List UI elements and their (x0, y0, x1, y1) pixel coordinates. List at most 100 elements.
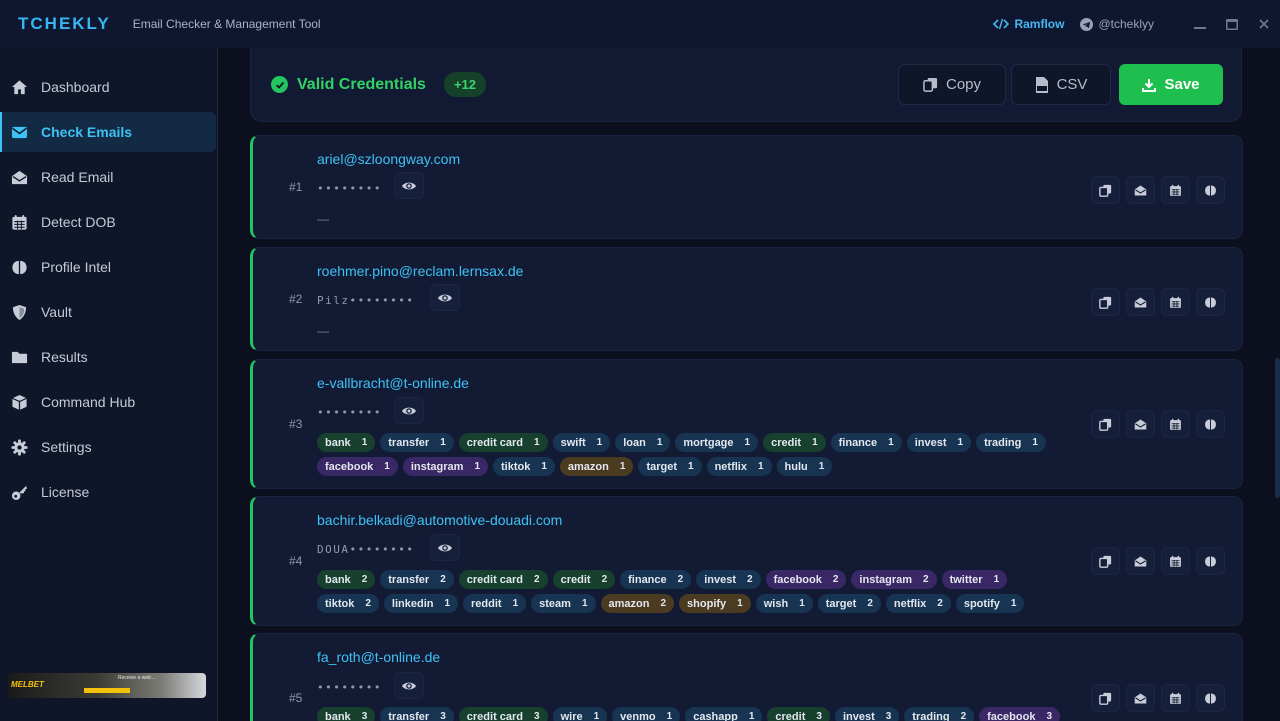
keyword-tag[interactable]: invest 3 (834, 707, 900, 721)
keyword-tag[interactable]: steam 1 (531, 594, 596, 613)
profile-intel-button[interactable] (1196, 176, 1225, 204)
keyword-tag[interactable]: invest 1 (906, 433, 972, 452)
keyword-tag[interactable]: amazon 1 (559, 457, 634, 476)
scrollbar-thumb[interactable] (1275, 358, 1280, 498)
ramflow-link[interactable]: Ramflow (993, 17, 1064, 31)
keyword-tag[interactable]: bank 2 (317, 570, 376, 589)
read-email-button[interactable] (1126, 684, 1155, 712)
ad-banner[interactable]: MELBET Receive a welc... (8, 673, 206, 698)
detect-dob-button[interactable] (1161, 684, 1190, 712)
keyword-tag[interactable]: target 1 (638, 457, 702, 476)
keyword-tag[interactable]: tiktok 2 (317, 594, 379, 613)
toggle-password-button[interactable] (394, 672, 424, 699)
profile-intel-button[interactable] (1196, 288, 1225, 316)
keyword-tag[interactable]: shopify 1 (679, 594, 751, 613)
keyword-tag[interactable]: trading 2 (904, 707, 975, 721)
sidebar-item-license[interactable]: License (0, 472, 217, 512)
keyword-tag[interactable]: credit card 2 (458, 570, 548, 589)
keyword-tag[interactable]: instagram 2 (851, 570, 937, 589)
tag-count: 2 (867, 598, 873, 609)
result-email[interactable]: bachir.belkadi@automotive-douadi.com (317, 512, 562, 528)
keyword-tag[interactable]: wish 1 (755, 594, 813, 613)
maximize-button[interactable] (1216, 0, 1248, 48)
keyword-tag[interactable]: hulu 1 (776, 457, 833, 476)
detect-dob-button[interactable] (1161, 410, 1190, 438)
csv-button[interactable]: CSV (1011, 64, 1111, 105)
profile-intel-button[interactable] (1196, 684, 1225, 712)
keyword-tag[interactable]: netflix 1 (706, 457, 772, 476)
keyword-tag[interactable]: target 2 (817, 594, 881, 613)
result-email[interactable]: fa_roth@t-online.de (317, 649, 440, 665)
keyword-tag[interactable]: mortgage 1 (675, 433, 759, 452)
keyword-tag[interactable]: twitter 1 (941, 570, 1008, 589)
sidebar-item-detect-dob[interactable]: Detect DOB (0, 202, 217, 242)
detect-dob-button[interactable] (1161, 547, 1190, 575)
keyword-tag[interactable]: swift 1 (552, 433, 611, 452)
read-email-button[interactable] (1126, 288, 1155, 316)
sidebar-item-dashboard[interactable]: Dashboard (0, 67, 217, 107)
toggle-password-button[interactable] (430, 534, 460, 561)
sidebar-item-command-hub[interactable]: Command Hub (0, 382, 217, 422)
result-email[interactable]: roehmer.pino@reclam.lernsax.de (317, 263, 523, 279)
read-email-button[interactable] (1126, 176, 1155, 204)
result-card: #4 bachir.belkadi@automotive-douadi.com DO… (250, 496, 1243, 626)
sidebar-item-check-emails[interactable]: Check Emails (0, 112, 216, 152)
keyword-tag[interactable]: credit card 3 (458, 707, 548, 721)
sidebar-item-read-email[interactable]: Read Email (0, 157, 217, 197)
detect-dob-button[interactable] (1161, 288, 1190, 316)
keyword-tag[interactable]: spotify 1 (955, 594, 1025, 613)
keyword-tag[interactable]: reddit 1 (463, 594, 527, 613)
keyword-tag[interactable]: facebook 3 (979, 707, 1060, 721)
calendar-icon (1170, 692, 1181, 704)
keyword-tag[interactable]: facebook 2 (765, 570, 847, 589)
keyword-tag[interactable]: cashapp 1 (685, 707, 763, 721)
sidebar-item-settings[interactable]: Settings (0, 427, 217, 467)
keyword-tag[interactable]: tiktok 1 (493, 457, 555, 476)
keyword-tag[interactable]: transfer 1 (380, 433, 454, 452)
close-button[interactable] (1248, 0, 1280, 48)
result-email[interactable]: e-vallbracht@t-online.de (317, 375, 469, 391)
profile-intel-button[interactable] (1196, 410, 1225, 438)
keyword-tag[interactable]: trading 1 (976, 433, 1046, 452)
save-button[interactable]: Save (1119, 64, 1223, 105)
keyword-tag[interactable]: netflix 2 (885, 594, 951, 613)
keyword-tag[interactable]: loan 1 (615, 433, 671, 452)
toggle-password-button[interactable] (394, 397, 424, 424)
read-email-button[interactable] (1126, 410, 1155, 438)
sidebar-item-vault[interactable]: Vault (0, 292, 217, 332)
copy-credential-button[interactable] (1091, 684, 1120, 712)
copy-credential-button[interactable] (1091, 410, 1120, 438)
keyword-tag[interactable]: instagram 1 (402, 457, 488, 476)
profile-intel-button[interactable] (1196, 547, 1225, 575)
keyword-tag[interactable]: venmo 1 (612, 707, 681, 721)
copy-credential-button[interactable] (1091, 547, 1120, 575)
keyword-tag[interactable]: credit 2 (552, 570, 616, 589)
copy-button[interactable]: Copy (898, 64, 1006, 105)
keyword-tag[interactable]: credit 3 (767, 707, 830, 721)
keyword-tag[interactable]: credit card 1 (458, 433, 548, 452)
keyword-tag[interactable]: finance 2 (620, 570, 692, 589)
tag-label: credit (560, 573, 591, 586)
keyword-tag[interactable]: bank 3 (317, 707, 376, 721)
toggle-password-button[interactable] (430, 284, 460, 311)
keyword-tag[interactable]: transfer 3 (380, 707, 454, 721)
copy-credential-button[interactable] (1091, 288, 1120, 316)
detect-dob-button[interactable] (1161, 176, 1190, 204)
keyword-tag[interactable]: transfer 2 (380, 570, 454, 589)
read-email-button[interactable] (1126, 547, 1155, 575)
keyword-tag[interactable]: wire 1 (552, 707, 608, 721)
sidebar-item-results[interactable]: Results (0, 337, 217, 377)
keyword-tag[interactable]: credit 1 (763, 433, 826, 452)
keyword-tag[interactable]: bank 1 (317, 433, 376, 452)
result-email[interactable]: ariel@szloongway.com (317, 151, 460, 167)
telegram-link[interactable]: @tcheklyy (1080, 17, 1154, 31)
copy-credential-button[interactable] (1091, 176, 1120, 204)
keyword-tag[interactable]: invest 2 (696, 570, 761, 589)
keyword-tag[interactable]: facebook 1 (317, 457, 398, 476)
sidebar-item-profile-intel[interactable]: Profile Intel (0, 247, 217, 287)
keyword-tag[interactable]: amazon 2 (600, 594, 675, 613)
toggle-password-button[interactable] (394, 172, 424, 199)
minimize-button[interactable] (1184, 0, 1216, 48)
keyword-tag[interactable]: linkedin 1 (383, 594, 459, 613)
keyword-tag[interactable]: finance 1 (830, 433, 902, 452)
